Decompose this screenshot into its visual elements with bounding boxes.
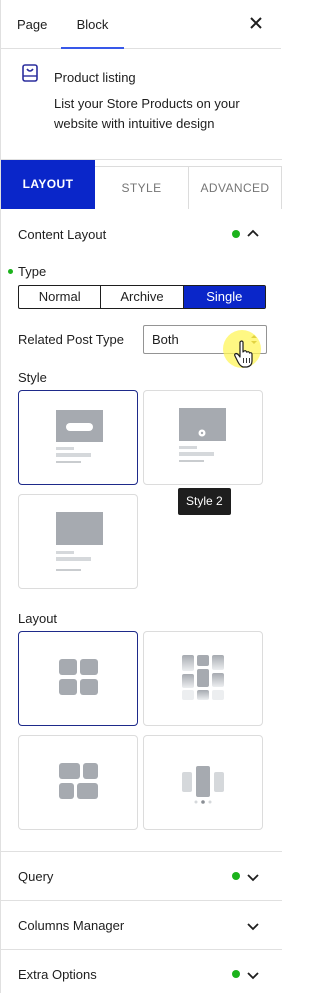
tab-block[interactable]: Block	[61, 0, 124, 49]
content-layout-title: Content Layout	[18, 227, 107, 242]
style-option-1[interactable]	[18, 390, 138, 485]
style-3-preview-icon	[56, 512, 103, 571]
extra-options-title: Extra Options	[18, 967, 97, 982]
tab-style[interactable]: STYLE	[95, 166, 189, 209]
related-post-type-value: Both	[152, 332, 179, 347]
block-title: Product listing	[54, 70, 136, 85]
status-dot	[232, 872, 240, 880]
style-option-2[interactable]	[143, 390, 263, 485]
query-section-toggle[interactable]: Query	[1, 851, 282, 900]
extra-options-section-toggle[interactable]: Extra Options	[1, 949, 282, 993]
masonry-layout-icon	[182, 655, 224, 700]
type-status-dot	[8, 269, 13, 274]
style-tooltip: Style 2	[178, 488, 231, 515]
inspector-header: Page Block	[1, 0, 281, 49]
product-box-icon	[22, 64, 38, 82]
chevron-down-icon	[247, 923, 259, 931]
chevron-up-icon	[247, 229, 259, 237]
close-icon[interactable]	[247, 14, 265, 32]
type-option-archive[interactable]: Archive	[101, 286, 184, 308]
columns-manager-section-toggle[interactable]: Columns Manager	[1, 900, 282, 949]
layout-label: Layout	[18, 611, 58, 626]
style-label: Style	[18, 370, 47, 385]
hand-pointer-icon	[234, 340, 253, 368]
type-option-single[interactable]: Single	[183, 286, 265, 308]
chevron-down-icon	[247, 972, 259, 980]
status-dot	[232, 970, 240, 978]
style-1-preview-icon	[56, 410, 103, 463]
query-title: Query	[18, 869, 54, 884]
style-option-3[interactable]	[18, 494, 138, 589]
columns-manager-title: Columns Manager	[18, 918, 125, 933]
type-option-normal[interactable]: Normal	[19, 286, 102, 308]
related-post-type-label: Related Post Type	[18, 332, 124, 347]
layout-option-masonry[interactable]	[143, 631, 263, 726]
block-description: List your Store Products on your website…	[54, 96, 240, 131]
type-label: Type	[18, 264, 47, 279]
type-segmented-control: Normal Archive Single	[18, 285, 266, 309]
tiles-layout-icon	[59, 763, 98, 799]
block-inspector-panel: Page Block Product listing List your Sto…	[0, 0, 282, 993]
style-2-preview-icon	[179, 408, 226, 462]
chevron-down-icon	[247, 874, 259, 882]
carousel-layout-icon	[182, 766, 224, 804]
tab-page[interactable]: Page	[17, 0, 47, 48]
grid-layout-icon	[59, 659, 98, 695]
content-layout-toggle[interactable]: Content Layout	[1, 209, 282, 259]
layout-option-grid[interactable]	[18, 631, 138, 726]
layout-option-tiles[interactable]	[18, 735, 138, 830]
tab-layout[interactable]: LAYOUT	[1, 160, 95, 209]
tab-advanced[interactable]: ADVANCED	[188, 166, 282, 209]
settings-tabs: STYLE ADVANCED LAYOUT	[1, 160, 282, 209]
layout-option-carousel[interactable]	[143, 735, 263, 830]
status-dot	[232, 230, 240, 238]
